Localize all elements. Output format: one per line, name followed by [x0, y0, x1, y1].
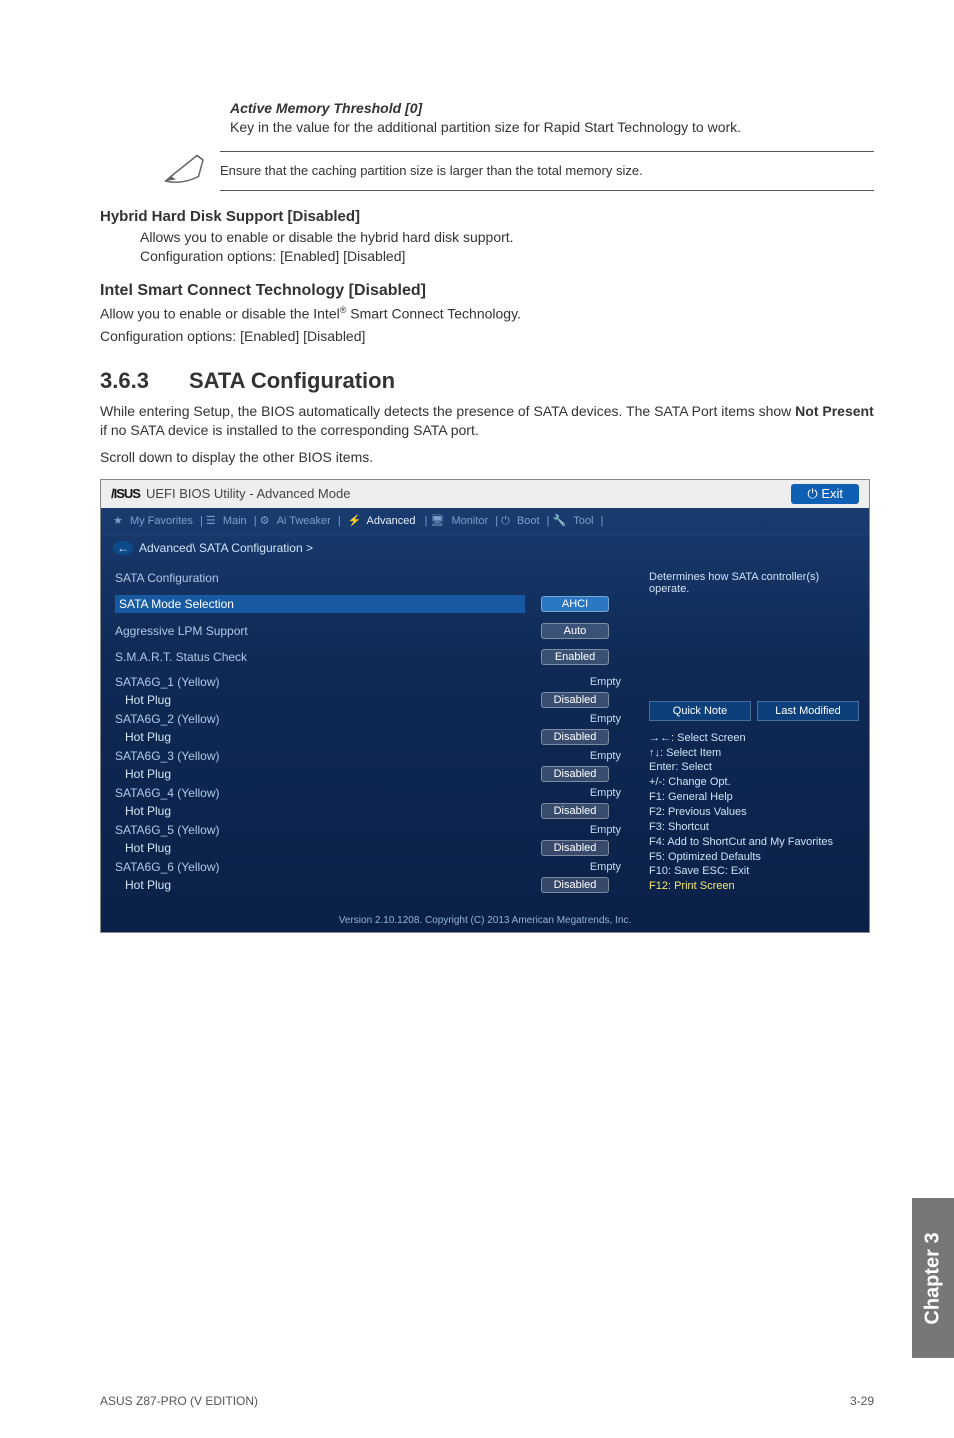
bios-item-smart[interactable]: S.M.A.R.T. Status Check — [115, 650, 525, 664]
section-number: 3.6.3 — [100, 368, 149, 394]
power-icon: ⏻ — [807, 486, 821, 501]
bios-port-hotplug-label[interactable]: Hot Plug — [115, 841, 525, 855]
bios-port-hotplug-value[interactable]: Disabled — [541, 840, 610, 856]
note-callout: Ensure that the caching partition size i… — [100, 151, 874, 192]
bios-port-name[interactable]: SATA6G_1 (Yellow) — [115, 675, 525, 689]
bios-back-breadcrumb[interactable]: ← Advanced\ SATA Configuration > — [101, 535, 869, 561]
bios-help-keys: →←: Select Screen ↑↓: Select Item Enter:… — [649, 731, 859, 894]
bios-item-sata-config: SATA Configuration — [115, 571, 525, 585]
hybrid-title: Hybrid Hard Disk Support [Disabled] — [100, 208, 874, 225]
footer-model: ASUS Z87-PRO (V EDITION) — [100, 1394, 258, 1408]
bios-last-modified-button[interactable]: Last Modified — [757, 701, 859, 721]
bios-version-footer: Version 2.10.1208. Copyright (C) 2013 Am… — [101, 911, 869, 932]
bios-help-desc: Determines how SATA controller(s) operat… — [649, 571, 859, 691]
bios-port-hotplug-label[interactable]: Hot Plug — [115, 767, 525, 781]
bios-port-hotplug-value[interactable]: Disabled — [541, 729, 610, 745]
bios-port-hotplug-value[interactable]: Disabled — [541, 766, 610, 782]
bios-val-lpm[interactable]: Auto — [541, 623, 609, 639]
bios-port-status: Empty — [525, 824, 621, 836]
bios-exit-button[interactable]: ⏻ Exit — [791, 484, 859, 504]
bios-item-lpm[interactable]: Aggressive LPM Support — [115, 624, 525, 638]
bios-port-hotplug-label[interactable]: Hot Plug — [115, 693, 525, 707]
smart-connect-desc: Allow you to enable or disable the Intel… — [100, 304, 874, 324]
bios-port-status: Empty — [525, 676, 621, 688]
bios-port-name[interactable]: SATA6G_4 (Yellow) — [115, 786, 525, 800]
active-memory-body: Key in the value for the additional part… — [230, 118, 874, 137]
bios-top-menu[interactable]: ★ My Favorites | ☰ Main | ⚙ Ai Tweaker |… — [101, 508, 869, 535]
bios-port-hotplug-label[interactable]: Hot Plug — [115, 804, 525, 818]
bios-val-mode[interactable]: AHCI — [541, 596, 609, 612]
bios-sata-port-group: SATA6G_4 (Yellow)EmptyHot Plug Disabled — [115, 786, 625, 819]
hybrid-desc: Allows you to enable or disable the hybr… — [140, 228, 874, 247]
bios-port-status: Empty — [525, 713, 621, 725]
bios-sata-port-group: SATA6G_6 (Yellow)EmptyHot Plug Disabled — [115, 860, 625, 893]
bios-port-hotplug-value[interactable]: Disabled — [541, 803, 610, 819]
chapter-tab: Chapter 3 — [912, 1198, 954, 1358]
bios-port-status: Empty — [525, 787, 621, 799]
bios-port-hotplug-value[interactable]: Disabled — [541, 877, 610, 893]
bios-port-hotplug-label[interactable]: Hot Plug — [115, 730, 525, 744]
bios-port-status: Empty — [525, 861, 621, 873]
bios-val-smart[interactable]: Enabled — [541, 649, 609, 665]
bios-sata-port-group: SATA6G_3 (Yellow)EmptyHot Plug Disabled — [115, 749, 625, 782]
bios-sata-port-group: SATA6G_1 (Yellow)EmptyHot Plug Disabled — [115, 675, 625, 708]
bios-screenshot: /ISUS UEFI BIOS Utility - Advanced Mode … — [100, 479, 870, 933]
pencil-note-icon — [160, 151, 220, 192]
bios-item-sata-mode[interactable]: SATA Mode Selection — [115, 595, 525, 613]
bios-port-name[interactable]: SATA6G_5 (Yellow) — [115, 823, 525, 837]
note-text: Ensure that the caching partition size i… — [220, 163, 643, 178]
hybrid-opts: Configuration options: [Enabled] [Disabl… — [140, 247, 874, 266]
footer-page-num: 3-29 — [850, 1394, 874, 1408]
section-title: SATA Configuration — [189, 368, 395, 393]
smart-connect-opts: Configuration options: [Enabled] [Disabl… — [100, 327, 874, 346]
back-arrow-icon: ← — [113, 541, 133, 555]
section-body2: Scroll down to display the other BIOS it… — [100, 448, 874, 467]
bios-port-hotplug-value[interactable]: Disabled — [541, 692, 610, 708]
bios-quick-note-button[interactable]: Quick Note — [649, 701, 751, 721]
active-memory-title: Active Memory Threshold [0] — [230, 100, 874, 116]
bios-sata-port-group: SATA6G_2 (Yellow)EmptyHot Plug Disabled — [115, 712, 625, 745]
bios-port-name[interactable]: SATA6G_6 (Yellow) — [115, 860, 525, 874]
bios-port-status: Empty — [525, 750, 621, 762]
bios-title: UEFI BIOS Utility - Advanced Mode — [146, 486, 350, 501]
bios-sata-port-group: SATA6G_5 (Yellow)EmptyHot Plug Disabled — [115, 823, 625, 856]
smart-connect-title: Intel Smart Connect Technology [Disabled… — [100, 282, 874, 300]
section-body1: While entering Setup, the BIOS automatic… — [100, 402, 874, 440]
bios-port-hotplug-label[interactable]: Hot Plug — [115, 878, 525, 892]
bios-port-name[interactable]: SATA6G_2 (Yellow) — [115, 712, 525, 726]
bios-logo: /ISUS — [111, 486, 140, 501]
bios-port-name[interactable]: SATA6G_3 (Yellow) — [115, 749, 525, 763]
